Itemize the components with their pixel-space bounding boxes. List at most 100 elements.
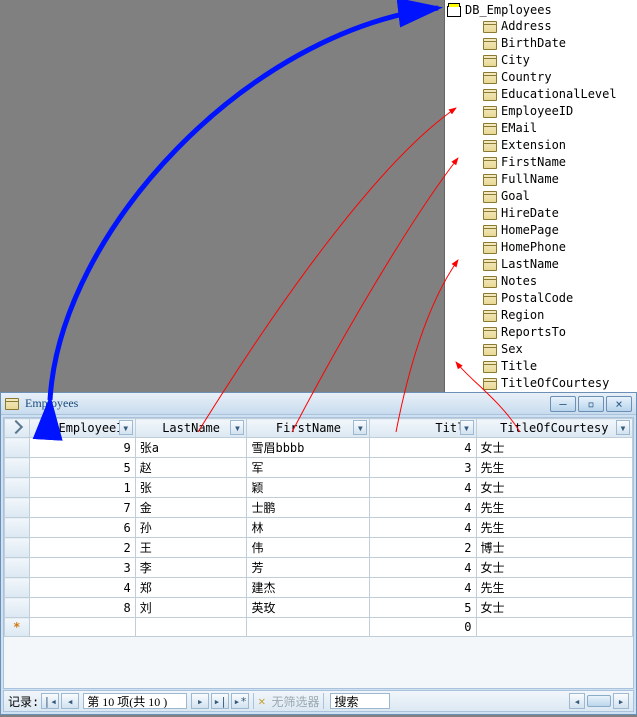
close-button[interactable]: × (606, 396, 632, 412)
cell[interactable]: 博士 (476, 538, 632, 558)
cell[interactable]: 0 (370, 618, 476, 637)
tree-field[interactable]: EmployeeID (447, 103, 637, 120)
cell[interactable] (476, 618, 632, 637)
horizontal-scrollbar[interactable]: ◂ ▸ (569, 693, 629, 709)
table-row[interactable]: 6孙林4先生 (5, 518, 633, 538)
row-selector[interactable] (5, 578, 30, 598)
cell[interactable]: 李 (135, 558, 247, 578)
new-row[interactable]: *0 (5, 618, 633, 637)
tree-field[interactable]: Goal (447, 188, 637, 205)
row-selector[interactable] (5, 538, 30, 558)
chevron-down-icon[interactable]: ▾ (353, 420, 367, 435)
cell[interactable]: 英玫 (247, 598, 370, 618)
cell[interactable]: 军 (247, 458, 370, 478)
row-selector[interactable] (5, 558, 30, 578)
cell[interactable]: 4 (370, 558, 476, 578)
cell[interactable]: 建杰 (247, 578, 370, 598)
cell[interactable]: 7 (29, 498, 135, 518)
cell[interactable]: 女士 (476, 478, 632, 498)
cell[interactable]: 张a (135, 438, 247, 458)
cell[interactable]: 3 (370, 458, 476, 478)
tree-field[interactable]: HomePage (447, 222, 637, 239)
tree-field[interactable]: TitleOfCourtesy (447, 375, 637, 392)
nav-position-input[interactable] (83, 693, 187, 709)
row-selector[interactable] (5, 438, 30, 458)
tree-field[interactable]: Extension (447, 137, 637, 154)
tree-field[interactable]: FirstName (447, 154, 637, 171)
select-all-header[interactable] (5, 419, 30, 438)
tree-field[interactable]: Notes (447, 273, 637, 290)
row-selector[interactable] (5, 458, 30, 478)
cell[interactable]: 1 (29, 478, 135, 498)
column-header[interactable]: EmployeeID▾ (29, 419, 135, 438)
tree-field[interactable]: EMail (447, 120, 637, 137)
cell[interactable]: 4 (29, 578, 135, 598)
cell[interactable]: 8 (29, 598, 135, 618)
cell[interactable]: 芳 (247, 558, 370, 578)
maximize-button[interactable]: ▫ (578, 396, 604, 412)
cell[interactable]: 女士 (476, 558, 632, 578)
chevron-down-icon[interactable]: ▾ (119, 420, 133, 435)
tree-field[interactable]: HomePhone (447, 239, 637, 256)
scroll-right-button[interactable]: ▸ (613, 693, 629, 709)
cell[interactable]: 郑 (135, 578, 247, 598)
tree-field[interactable]: Title (447, 358, 637, 375)
cell[interactable]: 刘 (135, 598, 247, 618)
column-header[interactable]: FirstName▾ (247, 419, 370, 438)
minimize-button[interactable]: – (550, 396, 576, 412)
tree-field[interactable]: Country (447, 69, 637, 86)
row-selector[interactable] (5, 598, 30, 618)
column-header[interactable]: TitleOfCourtesy▾ (476, 419, 632, 438)
tree-field[interactable]: Address (447, 18, 637, 35)
column-header[interactable]: LastName▾ (135, 419, 247, 438)
cell[interactable]: 9 (29, 438, 135, 458)
nav-new-button[interactable]: ▸* (231, 693, 249, 709)
table-row[interactable]: 5赵军3先生 (5, 458, 633, 478)
cell[interactable]: 林 (247, 518, 370, 538)
tree-field[interactable]: BirthDate (447, 35, 637, 52)
cell[interactable]: 雪眉bbbb (247, 438, 370, 458)
search-input[interactable] (330, 693, 390, 709)
cell[interactable] (135, 618, 247, 637)
chevron-down-icon[interactable]: ▾ (616, 420, 630, 435)
nav-first-button[interactable]: |◂ (41, 693, 59, 709)
table-row[interactable]: 3李芳4女士 (5, 558, 633, 578)
cell[interactable]: 女士 (476, 598, 632, 618)
row-selector[interactable] (5, 478, 30, 498)
row-selector[interactable] (5, 498, 30, 518)
cell[interactable]: 2 (370, 538, 476, 558)
tree-field[interactable]: HireDate (447, 205, 637, 222)
cell[interactable]: 6 (29, 518, 135, 538)
tree-field[interactable]: City (447, 52, 637, 69)
chevron-down-icon[interactable]: ▾ (460, 420, 474, 435)
cell[interactable]: 先生 (476, 578, 632, 598)
table-row[interactable]: 2王伟2博士 (5, 538, 633, 558)
cell[interactable]: 张 (135, 478, 247, 498)
cell[interactable]: 5 (370, 598, 476, 618)
cell[interactable]: 5 (29, 458, 135, 478)
tree-field[interactable]: EducationalLevel (447, 86, 637, 103)
scroll-thumb[interactable] (587, 695, 611, 707)
table-row[interactable]: 8刘英玫5女士 (5, 598, 633, 618)
scroll-left-button[interactable]: ◂ (569, 693, 585, 709)
cell[interactable]: 金 (135, 498, 247, 518)
nav-prev-button[interactable]: ◂ (61, 693, 79, 709)
cell[interactable] (29, 618, 135, 637)
cell[interactable]: 先生 (476, 518, 632, 538)
cell[interactable]: 孙 (135, 518, 247, 538)
table-row[interactable]: 4郑建杰4先生 (5, 578, 633, 598)
column-header[interactable]: Title▾ (370, 419, 476, 438)
cell[interactable]: 伟 (247, 538, 370, 558)
cell[interactable]: 4 (370, 578, 476, 598)
cell[interactable]: 4 (370, 518, 476, 538)
cell[interactable]: 女士 (476, 438, 632, 458)
tree-field[interactable]: FullName (447, 171, 637, 188)
cell[interactable]: 士鹏 (247, 498, 370, 518)
table-row[interactable]: 1张颖4女士 (5, 478, 633, 498)
tree-field[interactable]: Sex (447, 341, 637, 358)
cell[interactable]: 2 (29, 538, 135, 558)
tree-field[interactable]: ReportsTo (447, 324, 637, 341)
cell[interactable]: 先生 (476, 458, 632, 478)
titlebar[interactable]: Employees – ▫ × (1, 393, 636, 415)
cell[interactable]: 王 (135, 538, 247, 558)
